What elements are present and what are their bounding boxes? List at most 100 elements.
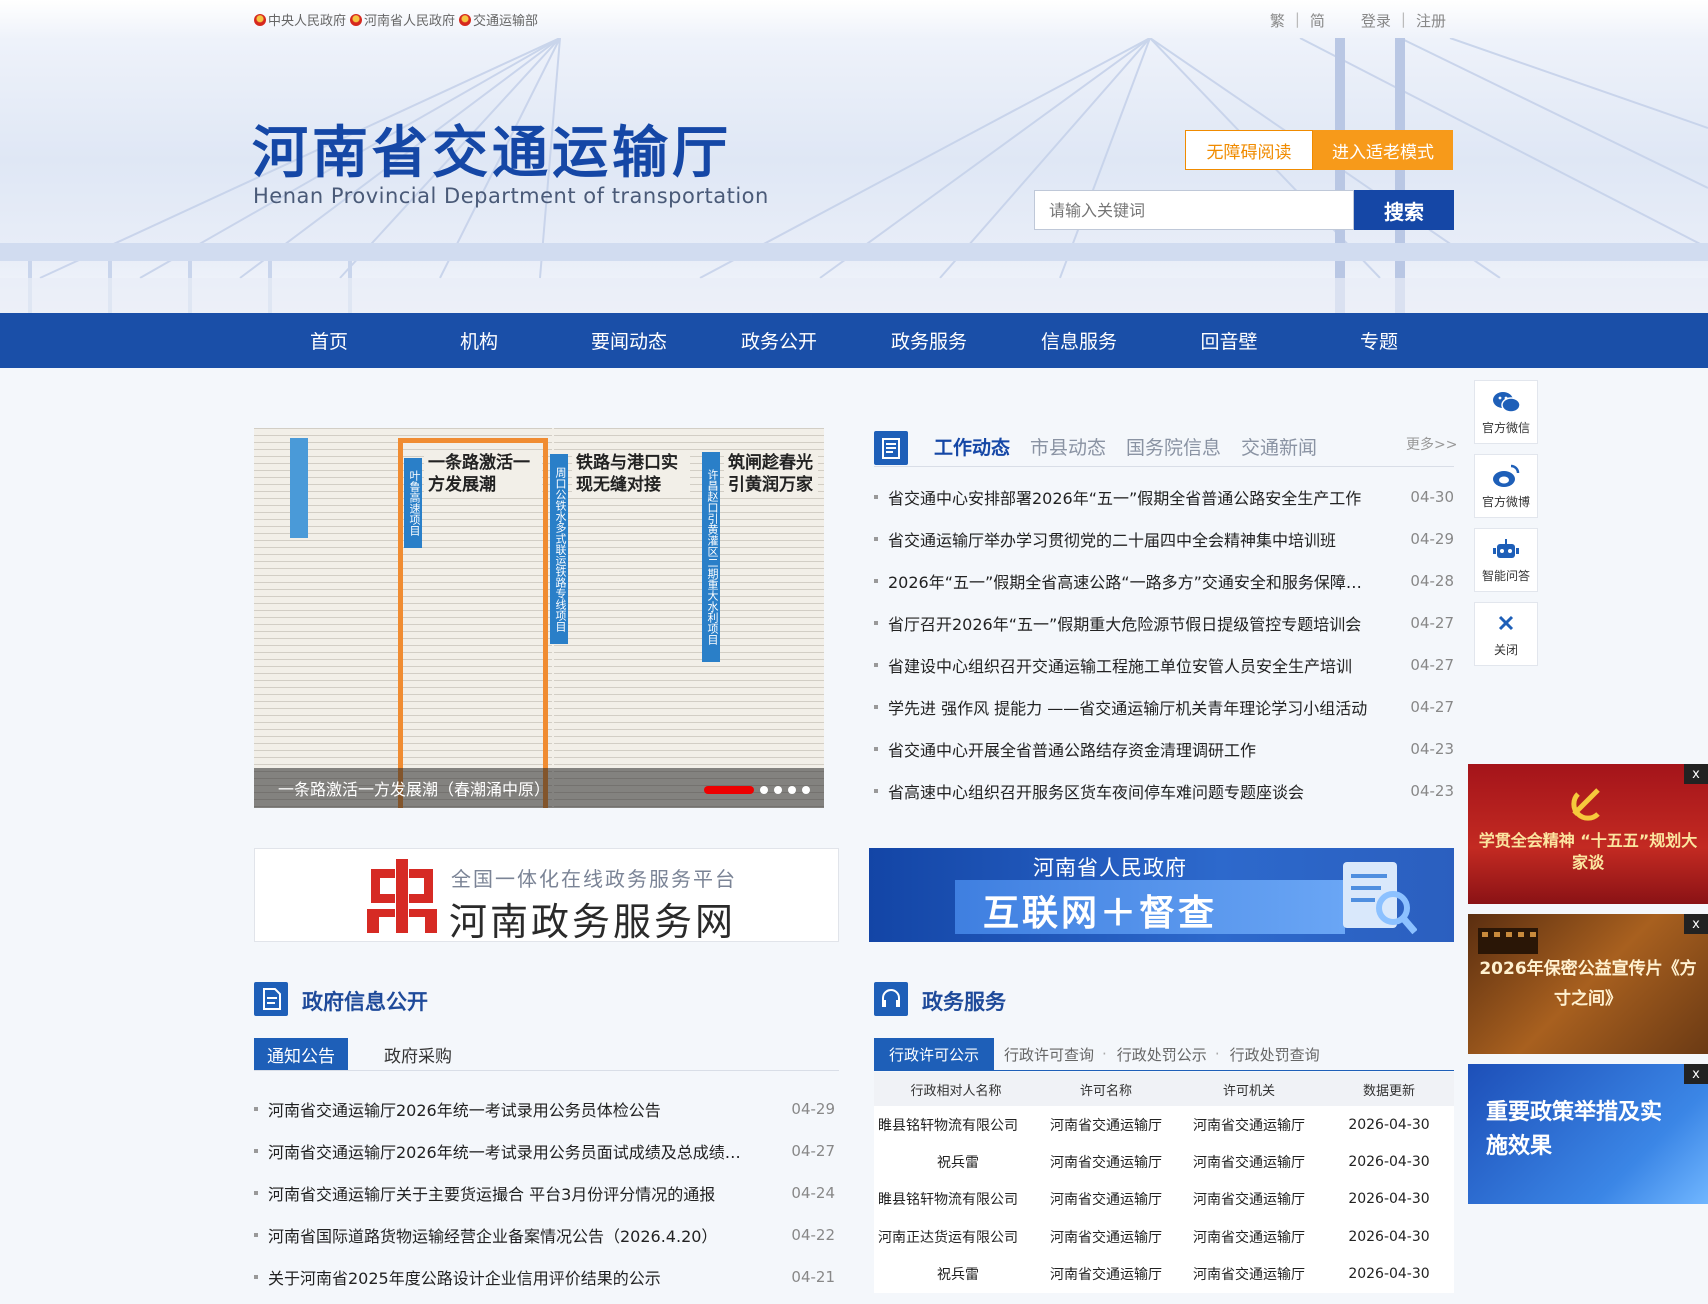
list-item[interactable]: 省交通运输厅举办学习贯彻党的二十届四中全会精神集中培训班 04-29 [874, 518, 1454, 560]
tab-state-council[interactable]: 国务院信息 [1126, 433, 1221, 460]
ad-close-button[interactable]: x [1684, 764, 1708, 784]
bullet [254, 1107, 258, 1111]
official-weibo-button[interactable]: 官方微博 [1474, 454, 1538, 518]
divider [874, 1070, 1454, 1071]
nav-gov-affairs[interactable]: 政务公开 [704, 313, 854, 368]
nav-info-services[interactable]: 信息服务 [1004, 313, 1154, 368]
table-row[interactable]: 睢县铭轩物流有限公司 河南省交通运输厅 河南省交通运输厅 2026-04-30 [874, 1181, 1454, 1218]
gov-service-banner-sub: 全国一体化在线政务服务平台 [451, 867, 737, 891]
slider-dot[interactable] [760, 786, 768, 794]
site-logo-cn[interactable]: 河南省交通运输厅 [252, 108, 732, 189]
slider-dot-active[interactable] [704, 786, 754, 794]
newspaper-column [254, 428, 404, 808]
nav-news[interactable]: 要闻动态 [554, 313, 704, 368]
robot-icon [1493, 538, 1519, 558]
close-float-button[interactable]: 关闭 [1474, 602, 1538, 666]
gov-service-banner-title: 河南政务服务网 [449, 900, 737, 944]
gov-service-portal-banner[interactable]: 全国一体化在线政务服务平台 河南政务服务网 [254, 848, 839, 944]
elder-mode-button[interactable]: 进入适老模式 [1313, 130, 1453, 170]
slider-dots [704, 786, 810, 794]
nav-feedback[interactable]: 回音壁 [1154, 313, 1304, 368]
list-item[interactable]: 2026年“五一”假期全省高速公路“一路多方”交通安全和服务保障工作 04-28 [874, 560, 1454, 602]
traditional-chinese-link[interactable]: 繁 [1270, 10, 1285, 31]
slider-dot[interactable] [788, 786, 796, 794]
newspaper-tag: 许昌赵口引黄灌区二期重大水利项目 [702, 452, 720, 662]
top-link-central-gov[interactable]: 中央人民政府 [254, 10, 346, 29]
smart-qa-button[interactable]: 智能问答 [1474, 528, 1538, 592]
nav-gov-services[interactable]: 政务服务 [854, 313, 1004, 368]
slider-dot[interactable] [802, 786, 810, 794]
ad-close-button[interactable]: x [1684, 914, 1708, 934]
list-item[interactable]: 河南省交通运输厅2026年统一考试录用公务员体检公告 04-29 [254, 1088, 839, 1130]
search-input[interactable] [1034, 190, 1354, 230]
gov-info-title: 政府信息公开 [302, 990, 428, 1014]
ad-secrecy-film[interactable]: 2026年保密公益宣传片《方寸之间》 x [1468, 914, 1708, 1054]
site-header: 中央人民政府 河南省人民政府 交通运输部 繁 | 简 登录 | 注册 河南省交通… [0, 0, 1708, 313]
tab-license-query[interactable]: 行政许可查询 · [1004, 1044, 1107, 1065]
search-button[interactable]: 搜索 [1354, 190, 1454, 230]
list-item[interactable]: 关于河南省2025年度公路设计企业信用评价结果的公示 04-21 [254, 1256, 839, 1298]
tab-penalty-query[interactable]: 行政处罚查询 [1230, 1044, 1320, 1065]
list-item[interactable]: 省高速中心组织召开服务区货车夜间停车难问题专题座谈会 04-23 [874, 770, 1454, 812]
divider [874, 466, 1454, 467]
bullet [874, 705, 878, 709]
ad-close-button[interactable]: x [1684, 1064, 1708, 1084]
ad-key-policies[interactable]: 重要政策举措及实施效果 x [1468, 1064, 1708, 1204]
tab-city-news[interactable]: 市县动态 [1030, 433, 1106, 460]
top-links: 中央人民政府 河南省人民政府 交通运输部 [254, 10, 538, 29]
bullet [874, 747, 878, 751]
news-slider[interactable]: 叶鲁高速项目 周口公铁水多式联运铁路专线项目 许昌赵口引黄灌区二期重大水利项目 … [254, 428, 824, 808]
simplified-chinese-link[interactable]: 简 [1310, 10, 1325, 31]
column-header: 数据更新 [1324, 1072, 1454, 1106]
work-news-list: 省交通中心安排部署2026年“五一”假期全省普通公路安全生产工作 04-30 省交… [874, 476, 1454, 812]
list-item[interactable]: 河南省交通运输厅关于主要货运撮合 平台3月份评分情况的通报 04-24 [254, 1172, 839, 1214]
list-item[interactable]: 省交通中心安排部署2026年“五一”假期全省普通公路安全生产工作 04-30 [874, 476, 1454, 518]
separator: | [1400, 10, 1406, 28]
list-item[interactable]: 河南省交通运输厅2026年统一考试录用公务员面试成绩及总成绩公告 04-27 [254, 1130, 839, 1172]
list-item[interactable]: 省建设中心组织召开交通运输工程施工单位安管人员安全生产培训 04-27 [874, 644, 1454, 686]
news-more-link[interactable]: 更多>> [1406, 434, 1457, 454]
table-row[interactable]: 河南正达货运有限公司 河南省交通运输厅 河南省交通运输厅 2026-04-30 [874, 1218, 1454, 1255]
party-emblem-icon [1571, 788, 1600, 821]
nav-organization[interactable]: 机构 [404, 313, 554, 368]
newspaper-tag [290, 438, 308, 538]
national-emblem-icon [459, 13, 472, 26]
news-tabs: 工作动态 市县动态 国务院信息 交通新闻 [934, 433, 1317, 460]
login-link[interactable]: 登录 [1361, 10, 1391, 31]
news-list-icon [874, 431, 908, 465]
tab-traffic-news[interactable]: 交通新闻 [1241, 433, 1317, 460]
tab-work-news[interactable]: 工作动态 [934, 433, 1010, 460]
bullet [874, 495, 878, 499]
ad-text: 2026年保密公益宣传片《方寸之间》 [1479, 959, 1697, 1009]
headset-icon [874, 982, 908, 1016]
tab-notices[interactable]: 通知公告 [254, 1038, 348, 1070]
wechat-icon [1493, 391, 1521, 413]
slider-dot[interactable] [774, 786, 782, 794]
nav-topics[interactable]: 专题 [1304, 313, 1454, 368]
gov-services-tabs: 行政许可公示 行政许可查询 · 行政处罚公示 · 行政处罚查询 [874, 1038, 1320, 1070]
internet-supervision-banner[interactable]: 河南省人民政府 互联网＋督查 [869, 848, 1454, 942]
list-item[interactable]: 河南省国际道路货物运输经营企业备案情况公告（2026.4.20） 04-22 [254, 1214, 839, 1256]
ad-plenary-spirit[interactable]: 学贯全会精神 “十五五”规划大家谈 x [1468, 764, 1708, 904]
newspaper-headline: 筑闸趁春光引黄润万家 [724, 450, 818, 498]
gov-service-logo-icon [367, 859, 437, 933]
nav-home[interactable]: 首页 [254, 313, 404, 368]
register-link[interactable]: 注册 [1416, 10, 1446, 31]
bullet [874, 579, 878, 583]
official-wechat-button[interactable]: 官方微信 [1474, 380, 1538, 444]
tab-procurement[interactable]: 政府采购 [384, 1042, 452, 1067]
ad-text: 重要政策举措及实施效果 [1486, 1100, 1663, 1159]
tab-license-public[interactable]: 行政许可公示 [874, 1038, 994, 1070]
list-item[interactable]: 省厅召开2026年“五一”假期重大危险源节假日提级管控专题培训会 04-27 [874, 602, 1454, 644]
table-row[interactable]: 祝兵雷 河南省交通运输厅 河南省交通运输厅 2026-04-30 [874, 1143, 1454, 1180]
accessible-reading-button[interactable]: 无障碍阅读 [1185, 130, 1313, 170]
tab-penalty-public[interactable]: 行政处罚公示 · [1117, 1044, 1220, 1065]
top-link-henan-gov[interactable]: 河南省人民政府 [350, 10, 455, 29]
table-header-row: 行政相对人名称 许可名称 许可机关 数据更新 [874, 1072, 1454, 1106]
table-row[interactable]: 祝兵雷 河南省交通运输厅 河南省交通运输厅 2026-04-30 [874, 1256, 1454, 1293]
list-item[interactable]: 省交通中心开展全省普通公路结存资金清理调研工作 04-23 [874, 728, 1454, 770]
table-row[interactable]: 睢县铭轩物流有限公司 河南省交通运输厅 河南省交通运输厅 2026-04-30 [874, 1106, 1454, 1143]
top-link-mot[interactable]: 交通运输部 [459, 10, 538, 29]
list-item[interactable]: 学先进 强作风 提能力 ——省交通运输厅机关青年理论学习小组活动 04-27 [874, 686, 1454, 728]
bullet [254, 1275, 258, 1279]
